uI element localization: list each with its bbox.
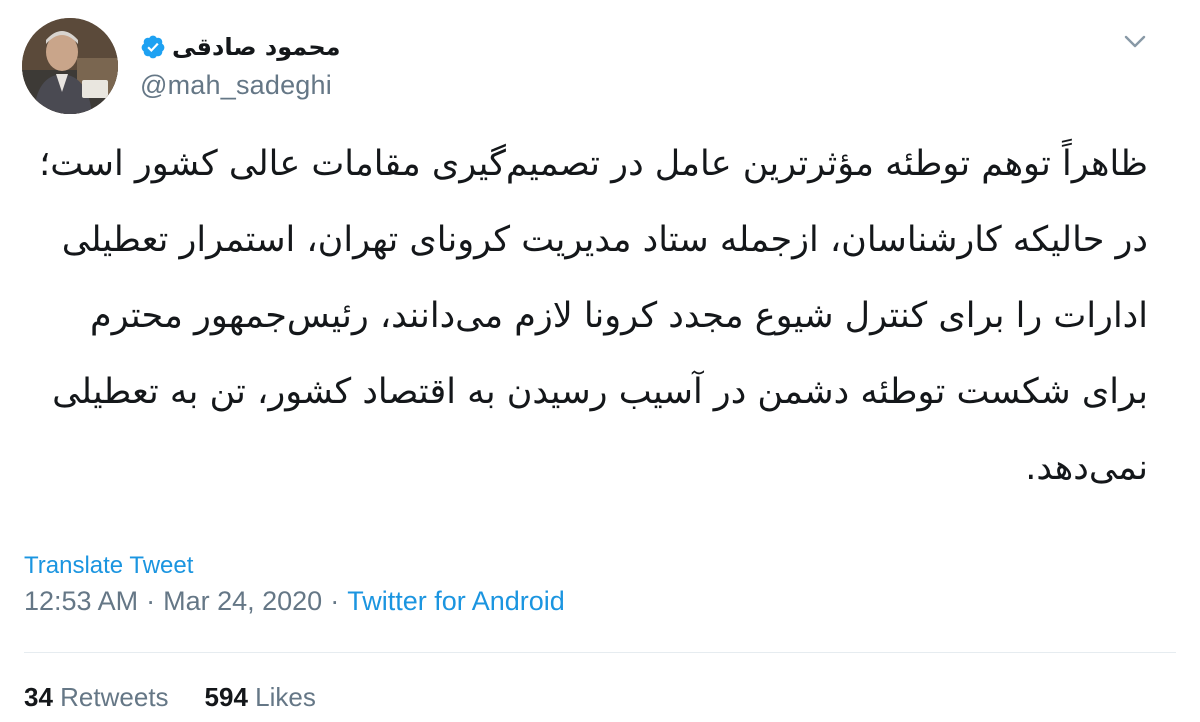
tweet-header: محمود صادقی @mah_sadeghi [0, 0, 1200, 120]
tweet-time[interactable]: 12:53 AM [24, 586, 138, 616]
tweet-source-link[interactable]: Twitter for Android [347, 586, 565, 616]
meta-separator: · [146, 586, 156, 616]
translate-tweet-link[interactable]: Translate Tweet [24, 552, 193, 580]
likes-stat[interactable]: 594 Likes [205, 682, 316, 712]
likes-label: Likes [255, 682, 316, 712]
tweet-meta: 12:53 AM · Mar 24, 2020 · Twitter for Androi… [24, 586, 565, 617]
tweet-date[interactable]: Mar 24, 2020 [163, 586, 322, 616]
avatar-photo-icon [22, 18, 118, 114]
retweets-count: 34 [24, 682, 53, 712]
meta-separator: · [330, 586, 340, 616]
avatar[interactable] [22, 18, 118, 114]
retweets-stat[interactable]: 34 Retweets [24, 682, 169, 712]
name-row: محمود صادقی [140, 28, 500, 66]
chevron-down-icon[interactable] [1122, 28, 1148, 54]
likes-count: 594 [204, 682, 248, 712]
tweet-text: ظاهراً توهم توطئه مؤثرترین عامل در تصمیم… [39, 144, 1148, 488]
tweet-stats: 34 Retweets 594 Likes [24, 682, 316, 713]
divider [24, 652, 1176, 653]
author-handle[interactable]: @mah_sadeghi [140, 70, 500, 101]
tweet-card: محمود صادقی @mah_sadeghi ظاهراً توهم توط… [0, 0, 1200, 722]
retweets-label: Retweets [60, 682, 169, 712]
author-block[interactable]: محمود صادقی @mah_sadeghi [140, 28, 500, 101]
author-display-name[interactable]: محمود صادقی [172, 33, 340, 61]
verified-badge-icon [140, 34, 166, 60]
